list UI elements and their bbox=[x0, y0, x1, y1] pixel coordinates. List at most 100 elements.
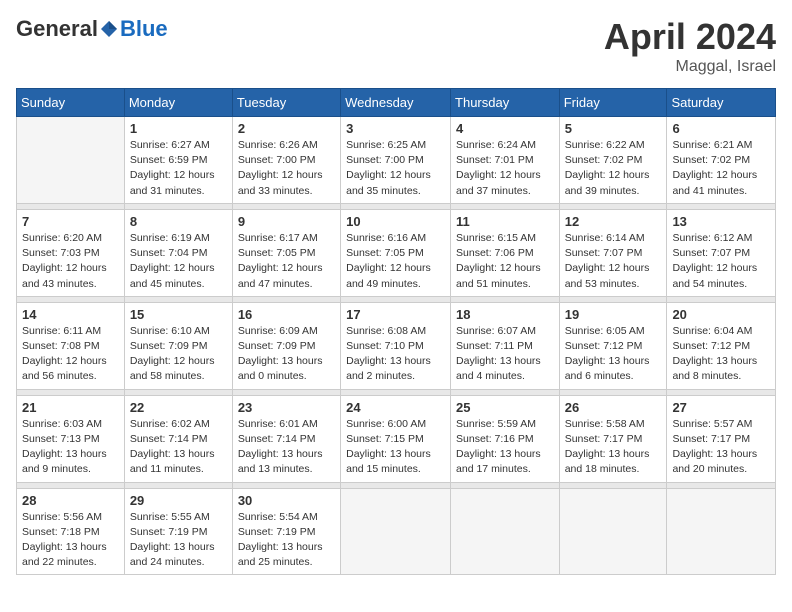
month-title: April 2024 bbox=[604, 16, 776, 58]
day-info: Sunrise: 6:00 AMSunset: 7:15 PMDaylight:… bbox=[346, 417, 445, 478]
day-number: 1 bbox=[130, 121, 227, 136]
day-number: 24 bbox=[346, 400, 445, 415]
day-number: 30 bbox=[238, 493, 335, 508]
day-info: Sunrise: 6:15 AMSunset: 7:06 PMDaylight:… bbox=[456, 231, 554, 292]
calendar-header-row: SundayMondayTuesdayWednesdayThursdayFrid… bbox=[17, 89, 776, 117]
day-info: Sunrise: 6:08 AMSunset: 7:10 PMDaylight:… bbox=[346, 324, 445, 385]
day-info: Sunrise: 6:09 AMSunset: 7:09 PMDaylight:… bbox=[238, 324, 335, 385]
calendar-cell: 24 Sunrise: 6:00 AMSunset: 7:15 PMDayligh… bbox=[341, 395, 451, 482]
calendar-cell: 26 Sunrise: 5:58 AMSunset: 7:17 PMDayligh… bbox=[559, 395, 667, 482]
day-info: Sunrise: 6:04 AMSunset: 7:12 PMDaylight:… bbox=[672, 324, 770, 385]
week-row-4: 21 Sunrise: 6:03 AMSunset: 7:13 PMDayligh… bbox=[17, 395, 776, 482]
column-header-monday: Monday bbox=[124, 89, 232, 117]
calendar-cell: 21 Sunrise: 6:03 AMSunset: 7:13 PMDayligh… bbox=[17, 395, 125, 482]
column-header-tuesday: Tuesday bbox=[232, 89, 340, 117]
calendar-cell: 7 Sunrise: 6:20 AMSunset: 7:03 PMDaylight… bbox=[17, 209, 125, 296]
day-info: Sunrise: 6:17 AMSunset: 7:05 PMDaylight:… bbox=[238, 231, 335, 292]
day-info: Sunrise: 6:03 AMSunset: 7:13 PMDaylight:… bbox=[22, 417, 119, 478]
column-header-friday: Friday bbox=[559, 89, 667, 117]
calendar-cell: 2 Sunrise: 6:26 AMSunset: 7:00 PMDaylight… bbox=[232, 117, 340, 204]
calendar-cell: 8 Sunrise: 6:19 AMSunset: 7:04 PMDaylight… bbox=[124, 209, 232, 296]
day-info: Sunrise: 5:56 AMSunset: 7:18 PMDaylight:… bbox=[22, 510, 119, 571]
day-number: 3 bbox=[346, 121, 445, 136]
calendar-cell bbox=[667, 488, 776, 575]
calendar-cell: 6 Sunrise: 6:21 AMSunset: 7:02 PMDaylight… bbox=[667, 117, 776, 204]
calendar-cell: 27Sunrise: 5:57 AMSunset: 7:17 PMDayligh… bbox=[667, 395, 776, 482]
day-number: 29 bbox=[130, 493, 227, 508]
column-header-thursday: Thursday bbox=[451, 89, 560, 117]
calendar-cell: 10Sunrise: 6:16 AMSunset: 7:05 PMDayligh… bbox=[341, 209, 451, 296]
calendar-cell: 29 Sunrise: 5:55 AMSunset: 7:19 PMDayligh… bbox=[124, 488, 232, 575]
day-number: 28 bbox=[22, 493, 119, 508]
week-row-2: 7 Sunrise: 6:20 AMSunset: 7:03 PMDaylight… bbox=[17, 209, 776, 296]
column-header-sunday: Sunday bbox=[17, 89, 125, 117]
calendar-cell: 17 Sunrise: 6:08 AMSunset: 7:10 PMDayligh… bbox=[341, 302, 451, 389]
calendar-cell: 23 Sunrise: 6:01 AMSunset: 7:14 PMDayligh… bbox=[232, 395, 340, 482]
calendar-cell: 16 Sunrise: 6:09 AMSunset: 7:09 PMDayligh… bbox=[232, 302, 340, 389]
calendar-cell: 18Sunrise: 6:07 AMSunset: 7:11 PMDayligh… bbox=[451, 302, 560, 389]
day-number: 18 bbox=[456, 307, 554, 322]
calendar-cell: 20 Sunrise: 6:04 AMSunset: 7:12 PMDayligh… bbox=[667, 302, 776, 389]
day-number: 17 bbox=[346, 307, 445, 322]
calendar-cell: 15 Sunrise: 6:10 AMSunset: 7:09 PMDayligh… bbox=[124, 302, 232, 389]
day-number: 14 bbox=[22, 307, 119, 322]
calendar-cell bbox=[17, 117, 125, 204]
logo-icon bbox=[99, 19, 119, 39]
day-number: 12 bbox=[565, 214, 662, 229]
day-number: 22 bbox=[130, 400, 227, 415]
logo: General Blue bbox=[16, 16, 168, 42]
logo-general: General bbox=[16, 16, 98, 42]
day-number: 5 bbox=[565, 121, 662, 136]
day-number: 26 bbox=[565, 400, 662, 415]
day-number: 10 bbox=[346, 214, 445, 229]
day-number: 2 bbox=[238, 121, 335, 136]
week-row-1: 1Sunrise: 6:27 AMSunset: 6:59 PMDaylight… bbox=[17, 117, 776, 204]
calendar-cell: 1Sunrise: 6:27 AMSunset: 6:59 PMDaylight… bbox=[124, 117, 232, 204]
day-info: Sunrise: 6:20 AMSunset: 7:03 PMDaylight:… bbox=[22, 231, 119, 292]
day-info: Sunrise: 6:11 AMSunset: 7:08 PMDaylight:… bbox=[22, 324, 119, 385]
day-number: 20 bbox=[672, 307, 770, 322]
day-info: Sunrise: 6:14 AMSunset: 7:07 PMDaylight:… bbox=[565, 231, 662, 292]
calendar-cell: 5 Sunrise: 6:22 AMSunset: 7:02 PMDaylight… bbox=[559, 117, 667, 204]
column-header-saturday: Saturday bbox=[667, 89, 776, 117]
location-title: Maggal, Israel bbox=[604, 58, 776, 76]
day-number: 23 bbox=[238, 400, 335, 415]
day-info: Sunrise: 6:21 AMSunset: 7:02 PMDaylight:… bbox=[672, 138, 770, 199]
calendar-cell: 30 Sunrise: 5:54 AMSunset: 7:19 PMDayligh… bbox=[232, 488, 340, 575]
day-info: Sunrise: 6:22 AMSunset: 7:02 PMDaylight:… bbox=[565, 138, 662, 199]
calendar-body: 1Sunrise: 6:27 AMSunset: 6:59 PMDaylight… bbox=[17, 117, 776, 575]
day-info: Sunrise: 6:01 AMSunset: 7:14 PMDaylight:… bbox=[238, 417, 335, 478]
day-info: Sunrise: 5:54 AMSunset: 7:19 PMDaylight:… bbox=[238, 510, 335, 571]
calendar-cell: 3 Sunrise: 6:25 AMSunset: 7:00 PMDaylight… bbox=[341, 117, 451, 204]
day-number: 25 bbox=[456, 400, 554, 415]
day-number: 13 bbox=[672, 214, 770, 229]
day-number: 21 bbox=[22, 400, 119, 415]
day-number: 11 bbox=[456, 214, 554, 229]
title-section: April 2024 Maggal, Israel bbox=[604, 16, 776, 76]
day-number: 15 bbox=[130, 307, 227, 322]
column-header-wednesday: Wednesday bbox=[341, 89, 451, 117]
day-info: Sunrise: 5:55 AMSunset: 7:19 PMDaylight:… bbox=[130, 510, 227, 571]
day-info: Sunrise: 5:58 AMSunset: 7:17 PMDaylight:… bbox=[565, 417, 662, 478]
calendar-table: SundayMondayTuesdayWednesdayThursdayFrid… bbox=[16, 88, 776, 575]
day-number: 7 bbox=[22, 214, 119, 229]
day-number: 27 bbox=[672, 400, 770, 415]
day-number: 16 bbox=[238, 307, 335, 322]
calendar-cell: 12 Sunrise: 6:14 AMSunset: 7:07 PMDayligh… bbox=[559, 209, 667, 296]
calendar-cell: 4Sunrise: 6:24 AMSunset: 7:01 PMDaylight… bbox=[451, 117, 560, 204]
day-number: 4 bbox=[456, 121, 554, 136]
logo-blue: Blue bbox=[120, 16, 168, 42]
page-header: General Blue April 2024 Maggal, Israel bbox=[16, 16, 776, 76]
calendar-cell bbox=[341, 488, 451, 575]
day-number: 6 bbox=[672, 121, 770, 136]
day-info: Sunrise: 6:19 AMSunset: 7:04 PMDaylight:… bbox=[130, 231, 227, 292]
calendar-cell: 22Sunrise: 6:02 AMSunset: 7:14 PMDayligh… bbox=[124, 395, 232, 482]
day-info: Sunrise: 6:10 AMSunset: 7:09 PMDaylight:… bbox=[130, 324, 227, 385]
day-info: Sunrise: 6:25 AMSunset: 7:00 PMDaylight:… bbox=[346, 138, 445, 199]
calendar-cell: 28 Sunrise: 5:56 AMSunset: 7:18 PMDayligh… bbox=[17, 488, 125, 575]
day-info: Sunrise: 6:05 AMSunset: 7:12 PMDaylight:… bbox=[565, 324, 662, 385]
day-info: Sunrise: 6:26 AMSunset: 7:00 PMDaylight:… bbox=[238, 138, 335, 199]
calendar-cell: 19Sunrise: 6:05 AMSunset: 7:12 PMDayligh… bbox=[559, 302, 667, 389]
day-number: 8 bbox=[130, 214, 227, 229]
week-row-3: 14 Sunrise: 6:11 AMSunset: 7:08 PMDayligh… bbox=[17, 302, 776, 389]
